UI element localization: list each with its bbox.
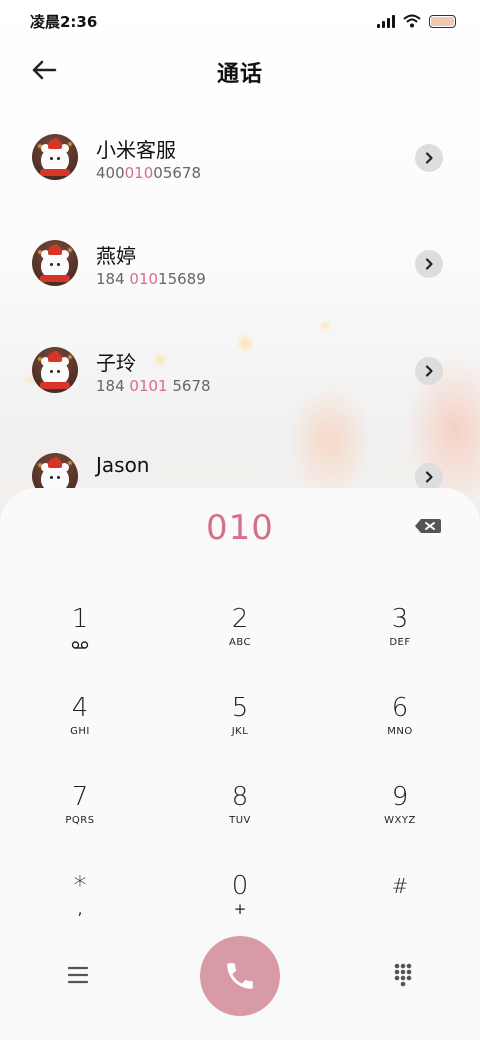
key-3[interactable]: 3 DEF [320,603,480,692]
key-2[interactable]: 2 ABC [160,603,320,692]
status-icons [377,14,456,28]
battery-icon [429,14,456,28]
chevron-right-icon [425,471,433,483]
avatar [32,134,78,180]
voicemail-icon [71,641,89,649]
contact-detail-button[interactable] [415,250,443,278]
key-8[interactable]: 8 TUV [160,781,320,870]
key-7[interactable]: 7 PQRS [0,781,160,870]
contact-number: 184 0101 5678 [96,377,211,395]
dialpad-grid-icon [394,963,412,987]
matched-digits: 010 [129,270,159,288]
signal-icon [377,14,395,28]
status-time: 凌晨2:36 [30,12,98,31]
dialpad-panel: 010 1 2 ABC 3 DEF 4 GHI 5 JKL 6 MNO 7 PQ… [0,488,480,1040]
dialed-number-display[interactable]: 010 [0,508,480,548]
menu-button[interactable] [62,962,94,988]
chevron-right-icon [425,365,433,377]
key-5[interactable]: 5 JKL [160,692,320,781]
wifi-icon [403,14,421,28]
contact-name: 子玲 [96,351,136,375]
contact-name: 燕婷 [96,244,136,268]
key-6[interactable]: 6 MNO [320,692,480,781]
matched-digits: 0101 [129,377,168,395]
contact-detail-button[interactable] [415,357,443,385]
menu-icon [67,966,89,984]
page-title: 通话 [216,62,263,87]
contact-item[interactable]: Jason [0,423,480,488]
key-4[interactable]: 4 GHI [0,692,160,781]
dialpad-bottom-bar [0,936,480,1016]
avatar [32,347,78,393]
key-1[interactable]: 1 [0,603,160,692]
contact-number: 40001005678 [96,164,201,182]
avatar [32,453,78,488]
contact-detail-button[interactable] [415,144,443,172]
chevron-right-icon [425,258,433,270]
dialpad-toggle-button[interactable] [388,960,418,990]
call-button[interactable] [200,936,280,1016]
avatar [32,240,78,286]
key-9[interactable]: 9 WXYZ [320,781,480,870]
contact-item[interactable]: 小米客服 40001005678 [0,104,480,210]
contact-detail-button[interactable] [415,463,443,488]
chevron-right-icon [425,152,433,164]
phone-icon [227,963,253,989]
status-bar: 凌晨2:36 [0,0,480,42]
contact-name: 小米客服 [96,138,176,162]
backspace-icon [415,519,441,533]
contact-number: 184 01015689 [96,270,206,288]
contact-name: Jason [96,453,150,477]
contact-item[interactable]: 燕婷 184 01015689 [0,210,480,316]
backspace-button[interactable] [412,516,444,538]
header: 通话 [0,46,480,94]
contact-item[interactable]: 子玲 184 0101 5678 [0,317,480,423]
contact-suggestion-list: 小米客服 40001005678 燕婷 184 01015689 子玲 184 … [0,104,480,488]
matched-digits: 010 [124,164,154,182]
